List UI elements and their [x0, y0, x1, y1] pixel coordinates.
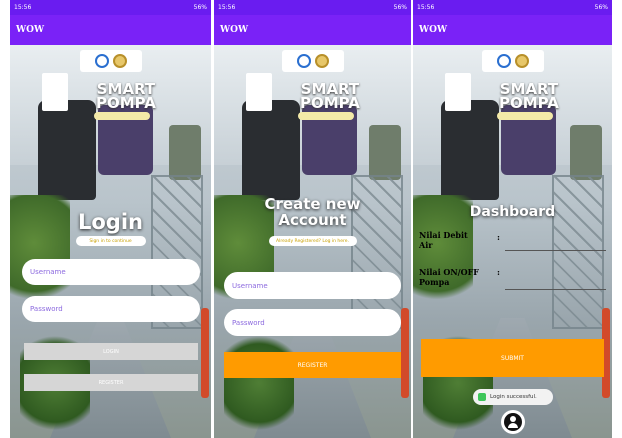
- tank-label: [42, 73, 68, 111]
- status-bar: 15:56 56%: [214, 0, 411, 15]
- status-battery: 56%: [594, 4, 608, 11]
- brand-badge: [298, 112, 354, 120]
- app-bar: WOW: [214, 15, 411, 45]
- register-button[interactable]: REGISTER: [24, 374, 198, 391]
- brand-line2: POMPA: [300, 94, 360, 112]
- water-tank-icon: [242, 100, 300, 200]
- app-icon: [478, 393, 486, 401]
- logo-card: [281, 50, 344, 72]
- status-bar: 15:56 56%: [413, 0, 612, 15]
- onoff-pompa-row: Nilai ON/OFF Pompa :: [419, 267, 606, 290]
- debit-air-label-line2: Air: [419, 240, 433, 250]
- page-title: Dashboard: [469, 204, 556, 220]
- brand-line2: POMPA: [96, 94, 156, 112]
- toast-text: Login successful.: [490, 394, 537, 400]
- subtitle-pill: Sign in to continue: [75, 236, 146, 246]
- status-time: 15:56: [218, 4, 236, 11]
- water-tank-icon: [169, 125, 201, 180]
- pipe: [401, 308, 409, 398]
- page-title-line1: Create new: [264, 195, 361, 213]
- debit-air-value: [505, 250, 606, 251]
- onoff-pompa-value: [505, 289, 606, 290]
- pipe: [201, 308, 209, 398]
- debit-air-colon: :: [497, 232, 500, 242]
- scaffold: [552, 175, 604, 329]
- logo-icon: [296, 54, 311, 68]
- brand-title: SMART POMPA: [300, 82, 360, 112]
- toast-message: Login successful.: [473, 389, 553, 405]
- water-tank-icon: [441, 100, 499, 200]
- app-title: WOW: [419, 25, 448, 35]
- app-bar: WOW: [413, 15, 612, 45]
- water-tank-icon: [38, 100, 96, 200]
- debit-air-row: Nilai Debit Air :: [419, 230, 606, 251]
- water-tank-icon: [570, 125, 602, 180]
- login-button[interactable]: LOGIN: [24, 343, 198, 360]
- water-tank-icon: [369, 125, 401, 180]
- login-screen: 15:56 56% WOW SMART POMPA Login Sign in …: [10, 0, 211, 438]
- register-button[interactable]: REGISTER: [224, 352, 401, 378]
- register-screen: 15:56 56% WOW SMART POMPA Create new Acc…: [214, 0, 411, 438]
- username-field[interactable]: Username: [22, 259, 200, 285]
- status-time: 15:56: [417, 4, 435, 11]
- submit-button[interactable]: SUBMIT: [421, 339, 604, 377]
- status-battery: 56%: [393, 4, 407, 11]
- logo-icon: [496, 54, 511, 68]
- page-title: Login: [78, 210, 143, 234]
- user-button[interactable]: [501, 410, 525, 434]
- logo-card: [481, 50, 544, 72]
- brand-badge: [497, 112, 553, 120]
- password-field[interactable]: Password: [224, 309, 401, 336]
- page-title-line2: Account: [278, 211, 347, 229]
- onoff-pompa-colon: :: [497, 267, 500, 277]
- tank-label: [445, 73, 471, 111]
- status-time: 15:56: [14, 4, 32, 11]
- status-bar: 15:56 56%: [10, 0, 211, 15]
- tree: [224, 328, 294, 438]
- onoff-pompa-label-line1: Nilai ON/OFF: [419, 267, 479, 277]
- brand-title: SMART POMPA: [499, 82, 559, 112]
- dashboard-screen: 15:56 56% WOW SMART POMPA Dashboard Nila…: [413, 0, 612, 438]
- onoff-pompa-label-line2: Pompa: [419, 277, 450, 287]
- app-bar: WOW: [10, 15, 211, 45]
- debit-air-label-line1: Nilai Debit: [419, 230, 468, 240]
- page-title: Create new Account: [214, 196, 411, 228]
- brand-badge: [94, 112, 150, 120]
- status-battery: 56%: [193, 4, 207, 11]
- logo-card: [79, 50, 142, 72]
- app-title: WOW: [220, 25, 249, 35]
- brand-line2: POMPA: [499, 94, 559, 112]
- seal-icon: [112, 54, 127, 68]
- app-title: WOW: [16, 25, 45, 35]
- login-link[interactable]: Already Registered? Log in here.: [268, 236, 357, 246]
- seal-icon: [314, 54, 329, 68]
- brand-title: SMART POMPA: [96, 82, 156, 112]
- tank-label: [246, 73, 272, 111]
- logo-icon: [94, 54, 109, 68]
- user-icon: [504, 413, 522, 431]
- seal-icon: [514, 54, 529, 68]
- username-field[interactable]: Username: [224, 272, 401, 299]
- password-field[interactable]: Password: [22, 296, 200, 322]
